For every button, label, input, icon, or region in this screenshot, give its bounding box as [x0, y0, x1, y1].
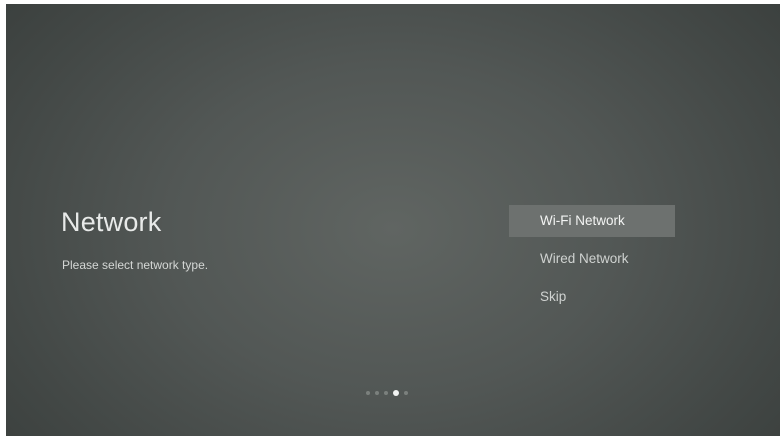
page-dot-5	[404, 391, 408, 395]
network-type-menu: Wi-Fi Network Wired Network Skip	[509, 205, 675, 319]
page-dot-2	[375, 391, 379, 395]
page-subtitle: Please select network type.	[62, 258, 209, 272]
menu-item-wired-network[interactable]: Wired Network	[509, 243, 675, 275]
page-indicator	[366, 390, 408, 396]
setup-screen: Network Please select network type. Wi-F…	[6, 4, 780, 436]
page-dot-1	[366, 391, 370, 395]
page-title: Network	[61, 207, 162, 237]
page-dot-4	[393, 390, 399, 396]
page-dot-3	[384, 391, 388, 395]
menu-item-wifi-network[interactable]: Wi-Fi Network	[509, 205, 675, 237]
menu-item-skip[interactable]: Skip	[509, 281, 675, 313]
